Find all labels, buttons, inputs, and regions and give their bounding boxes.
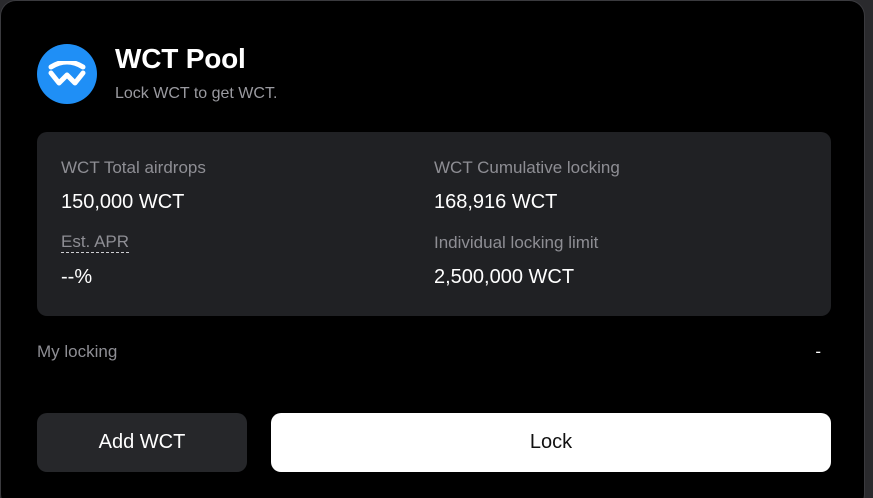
stats-panel: WCT Total airdrops 150,000 WCT WCT Cumul… [37,132,831,316]
lock-button[interactable]: Lock [271,413,831,472]
locking-limit-label: Individual locking limit [434,233,599,252]
locking-limit-value: 2,500,000 WCT [434,266,575,288]
total-airdrops-value: 150,000 WCT [61,191,185,213]
pool-subtitle: Lock WCT to get WCT. [115,85,278,102]
add-wct-button[interactable]: Add WCT [37,413,247,472]
pool-title: WCT Pool [115,43,246,74]
my-locking-label: My locking [37,342,118,361]
walletconnect-logo-icon [37,44,97,104]
cumulative-locking-label: WCT Cumulative locking [434,158,620,177]
cumulative-locking-value: 168,916 WCT [434,191,558,213]
apr-value: --% [61,266,93,288]
apr-label[interactable]: Est. APR [61,232,130,253]
pool-card: WCT Pool Lock WCT to get WCT. WCT Total … [0,0,865,498]
my-locking-value: - [815,342,821,361]
page: WCT Pool Lock WCT to get WCT. WCT Total … [0,0,873,498]
total-airdrops-label: WCT Total airdrops [61,158,206,177]
